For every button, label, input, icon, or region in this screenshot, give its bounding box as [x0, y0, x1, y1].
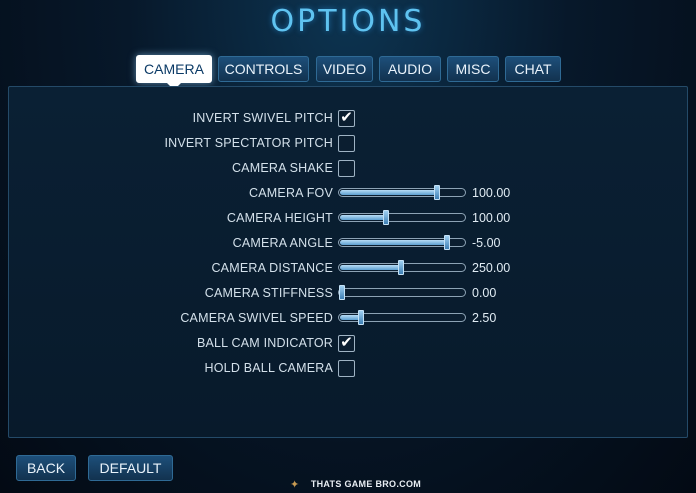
tab-misc-label: MISC [455, 61, 491, 77]
camera-fov-slider[interactable] [338, 185, 466, 200]
camera-angle-label: CAMERA ANGLE [232, 236, 333, 250]
camera-swivel-speed-label: CAMERA SWIVEL SPEED [180, 311, 333, 325]
watermark-text: THATS GAME BRO.COM [310, 479, 422, 489]
tab-video[interactable]: VIDEO [316, 56, 373, 82]
camera-height-label: CAMERA HEIGHT [226, 211, 333, 225]
camera-swivel-speed-slider[interactable] [338, 310, 466, 325]
camera-fov-slider-thumb[interactable] [434, 185, 441, 200]
camera-distance-label: CAMERA DISTANCE [211, 261, 333, 275]
setting-camera-fov: CAMERA FOV 100.00 [9, 183, 689, 208]
camera-height-value: 100.00 [472, 211, 511, 225]
tab-camera-label: CAMERA [144, 61, 204, 77]
watermark-logo-icon: ✦ [290, 478, 300, 491]
setting-camera-shake: CAMERA SHAKE [9, 158, 689, 183]
invert-swivel-pitch-label: INVERT SWIVEL PITCH [192, 111, 333, 125]
invert-spectator-pitch-label: INVERT SPECTATOR PITCH [164, 136, 333, 150]
camera-height-slider-thumb[interactable] [383, 210, 390, 225]
setting-camera-swivel-speed: CAMERA SWIVEL SPEED 2.50 [9, 308, 689, 333]
camera-shake-label: CAMERA SHAKE [231, 161, 333, 175]
setting-hold-ball-camera: HOLD BALL CAMERA [9, 358, 689, 383]
tab-bar: CAMERA CONTROLS VIDEO AUDIO MISC CHAT [0, 55, 696, 90]
watermark: ✦ THATS GAME BRO.COM [290, 477, 421, 491]
setting-invert-spectator-pitch: INVERT SPECTATOR PITCH [9, 133, 689, 158]
camera-height-slider-fill [340, 215, 387, 220]
invert-swivel-pitch-checkbox[interactable]: ✔ [338, 110, 355, 127]
tab-chat-label: CHAT [514, 61, 552, 77]
tab-audio-label: AUDIO [387, 61, 433, 77]
setting-ball-cam-indicator: BALL CAM INDICATOR ✔ [9, 333, 689, 358]
camera-distance-value: 250.00 [472, 261, 511, 275]
ball-cam-indicator-label: BALL CAM INDICATOR [196, 336, 333, 350]
default-button[interactable]: DEFAULT [88, 455, 173, 481]
camera-stiffness-value: 0.00 [472, 286, 497, 300]
setting-camera-angle: CAMERA ANGLE -5.00 [9, 233, 689, 258]
camera-settings-panel: INVERT SWIVEL PITCH ✔ INVERT SPECTATOR P… [8, 86, 688, 438]
camera-distance-slider-thumb[interactable] [397, 260, 404, 275]
setting-camera-height: CAMERA HEIGHT 100.00 [9, 208, 689, 233]
camera-distance-slider-fill [340, 265, 401, 270]
hold-ball-camera-label: HOLD BALL CAMERA [204, 361, 333, 375]
tab-misc[interactable]: MISC [447, 56, 499, 82]
camera-height-slider[interactable] [338, 210, 466, 225]
setting-camera-distance: CAMERA DISTANCE 250.00 [9, 258, 689, 283]
camera-angle-slider-thumb[interactable] [444, 235, 451, 250]
check-icon: ✔ [340, 334, 353, 351]
page-title: OPTIONS [270, 4, 426, 39]
camera-fov-slider-fill [340, 190, 438, 195]
camera-swivel-speed-value: 2.50 [472, 311, 497, 325]
camera-angle-value: -5.00 [472, 236, 501, 250]
tab-chat[interactable]: CHAT [505, 56, 561, 82]
camera-angle-slider-fill [340, 240, 448, 245]
tab-controls[interactable]: CONTROLS [218, 56, 309, 82]
invert-spectator-pitch-checkbox[interactable] [338, 135, 355, 152]
camera-stiffness-label: CAMERA STIFFNESS [204, 286, 333, 300]
camera-stiffness-slider-thumb[interactable] [339, 285, 345, 300]
camera-fov-label: CAMERA FOV [249, 186, 333, 200]
setting-invert-swivel-pitch: INVERT SWIVEL PITCH ✔ [9, 108, 689, 133]
hold-ball-camera-checkbox[interactable] [338, 360, 355, 377]
check-icon: ✔ [340, 109, 353, 126]
camera-stiffness-slider[interactable] [338, 285, 466, 300]
tab-video-label: VIDEO [322, 61, 367, 77]
tab-audio[interactable]: AUDIO [379, 56, 441, 82]
setting-camera-stiffness: CAMERA STIFFNESS 0.00 [9, 283, 689, 308]
tab-controls-label: CONTROLS [224, 61, 303, 77]
camera-shake-checkbox[interactable] [338, 160, 355, 177]
ball-cam-indicator-checkbox[interactable]: ✔ [338, 335, 355, 352]
back-button[interactable]: BACK [16, 455, 76, 481]
camera-distance-slider[interactable] [338, 260, 466, 275]
camera-swivel-speed-slider-thumb[interactable] [357, 310, 364, 325]
camera-angle-slider[interactable] [338, 235, 466, 250]
tab-camera[interactable]: CAMERA [136, 55, 212, 90]
camera-fov-value: 100.00 [472, 186, 511, 200]
